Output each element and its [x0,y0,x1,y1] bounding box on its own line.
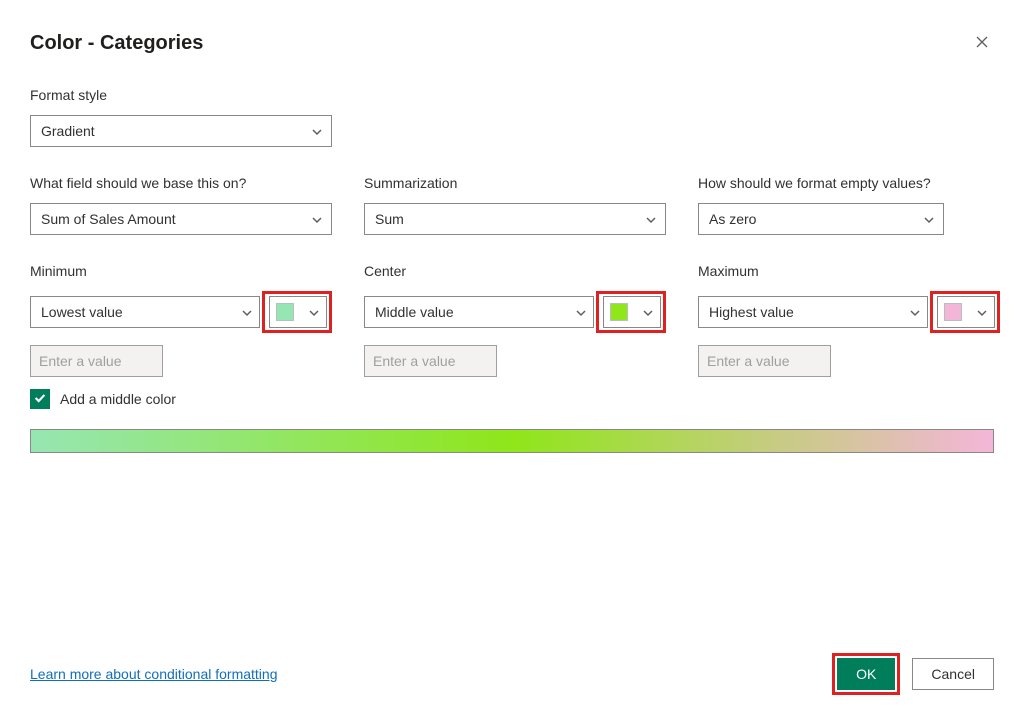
chevron-down-icon [575,306,587,318]
minimum-placeholder: Enter a value [39,353,122,369]
format-style-label: Format style [30,87,994,103]
base-field-value: Sum of Sales Amount [41,211,176,227]
maximum-color-picker[interactable] [937,296,995,328]
center-mode-value: Middle value [375,304,454,320]
chevron-down-icon [311,125,323,137]
maximum-mode-dropdown[interactable]: Highest value [698,296,928,328]
chevron-down-icon [923,213,935,225]
maximum-placeholder: Enter a value [707,353,790,369]
chevron-down-icon [645,213,657,225]
center-color-swatch [610,303,628,321]
chevron-down-icon [311,213,323,225]
format-style-value: Gradient [41,123,95,139]
ok-button[interactable]: OK [837,658,895,690]
base-field-label: What field should we base this on? [30,175,332,191]
annotation-highlight: OK [832,653,900,695]
close-button[interactable] [970,30,994,57]
learn-more-link[interactable]: Learn more about conditional formatting [30,666,277,682]
center-mode-dropdown[interactable]: Middle value [364,296,594,328]
empty-values-label: How should we format empty values? [698,175,994,191]
minimum-mode-dropdown[interactable]: Lowest value [30,296,260,328]
minimum-mode-value: Lowest value [41,304,123,320]
annotation-highlight [596,291,666,333]
center-label: Center [364,263,666,279]
summarization-label: Summarization [364,175,666,191]
minimum-color-swatch [276,303,294,321]
checkmark-icon [33,391,47,408]
minimum-label: Minimum [30,263,332,279]
maximum-value-input[interactable]: Enter a value [698,345,831,377]
chevron-down-icon [241,306,253,318]
center-placeholder: Enter a value [373,353,456,369]
empty-values-dropdown[interactable]: As zero [698,203,944,235]
center-color-picker[interactable] [603,296,661,328]
close-icon [974,37,990,53]
center-value-input[interactable]: Enter a value [364,345,497,377]
gradient-preview [30,429,994,453]
minimum-color-picker[interactable] [269,296,327,328]
cancel-button[interactable]: Cancel [912,658,994,690]
base-field-dropdown[interactable]: Sum of Sales Amount [30,203,332,235]
chevron-down-icon [308,306,320,318]
minimum-value-input[interactable]: Enter a value [30,345,163,377]
add-middle-color-label: Add a middle color [60,391,176,407]
maximum-label: Maximum [698,263,1000,279]
maximum-color-swatch [944,303,962,321]
annotation-highlight [262,291,332,333]
maximum-mode-value: Highest value [709,304,794,320]
add-middle-color-checkbox[interactable] [30,389,50,409]
summarization-dropdown[interactable]: Sum [364,203,666,235]
chevron-down-icon [909,306,921,318]
chevron-down-icon [642,306,654,318]
dialog-title: Color - Categories [30,32,203,55]
chevron-down-icon [976,306,988,318]
empty-values-value: As zero [709,211,756,227]
summarization-value: Sum [375,211,404,227]
annotation-highlight [930,291,1000,333]
format-style-dropdown[interactable]: Gradient [30,115,332,147]
